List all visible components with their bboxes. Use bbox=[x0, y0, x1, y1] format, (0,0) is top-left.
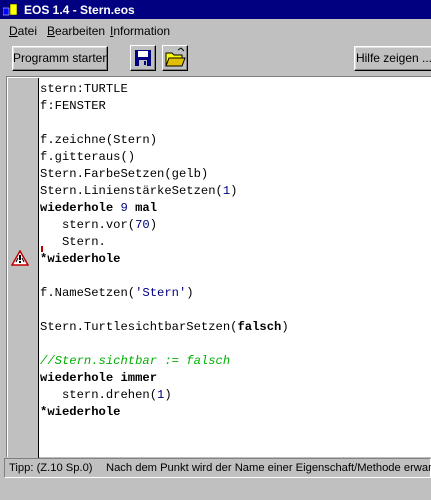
code-line[interactable]: //Stern.sichtbar := falsch bbox=[40, 353, 230, 370]
code-token: stern.vor( bbox=[40, 218, 136, 232]
code-token: Stern.FarbeSetzen(gelb) bbox=[40, 167, 209, 181]
code-line[interactable]: Stern. bbox=[40, 234, 106, 251]
code-area[interactable]: stern:TURTLE f:FENSTER f.zeichne(Stern) f.g… bbox=[40, 81, 431, 457]
title-bar[interactable]: EOS 1.4 - Stern.eos bbox=[0, 0, 431, 19]
code-line[interactable]: Stern.TurtlesichtbarSetzen(falsch) bbox=[40, 319, 289, 336]
code-line[interactable]: f:FENSTER bbox=[40, 98, 106, 115]
code-line[interactable]: wiederhole immer bbox=[40, 370, 157, 387]
editor-gutter bbox=[8, 78, 39, 458]
code-editor[interactable]: stern:TURTLE f:FENSTER f.zeichne(Stern) f.g… bbox=[6, 76, 431, 458]
status-message: Nach dem Punkt wird der Name einer Eigen… bbox=[106, 462, 431, 474]
menu-datei[interactable]: Datei bbox=[9, 24, 37, 38]
code-token: //Stern.sichtbar := falsch bbox=[40, 354, 231, 368]
run-program-button[interactable]: Programm starten bbox=[12, 46, 108, 71]
code-token: *wiederhole bbox=[40, 405, 121, 419]
code-token: ) bbox=[281, 320, 289, 334]
code-token: 9 bbox=[120, 201, 128, 215]
code-token: wiederhole immer bbox=[40, 371, 158, 385]
open-folder-icon bbox=[165, 47, 186, 67]
code-line[interactable]: Stern.LinienstärkeSetzen(1) bbox=[40, 183, 238, 200]
menu-bearbeiten[interactable]: Bearbeiten bbox=[47, 24, 105, 38]
code-token: ) bbox=[186, 286, 194, 300]
code-token: *wiederhole bbox=[40, 252, 121, 266]
open-button[interactable] bbox=[162, 45, 188, 71]
code-token: 70 bbox=[135, 218, 150, 232]
toolbar: Programm starten Hilfe zeigen ... bbox=[0, 42, 431, 76]
code-line[interactable]: f.gitteraus() bbox=[40, 149, 135, 166]
code-line[interactable]: f.zeichne(Stern) bbox=[40, 132, 157, 149]
code-line[interactable]: wiederhole 9 mal bbox=[40, 200, 157, 217]
menu-bar: Datei Bearbeiten Information bbox=[0, 20, 431, 42]
code-token: wiederhole bbox=[40, 201, 121, 215]
code-line[interactable]: Stern.FarbeSetzen(gelb) bbox=[40, 166, 208, 183]
code-token: f.NameSetzen( bbox=[40, 286, 136, 300]
save-disk-icon bbox=[135, 50, 151, 66]
code-token: f.gitteraus() bbox=[40, 150, 136, 164]
code-token: ) bbox=[164, 388, 172, 402]
code-token: stern.drehen( bbox=[40, 388, 158, 402]
code-token: Stern.LinienstärkeSetzen( bbox=[40, 184, 223, 198]
show-help-button[interactable]: Hilfe zeigen ... bbox=[354, 46, 431, 71]
gutter-divider bbox=[38, 78, 39, 458]
code-line[interactable]: stern.vor(70) bbox=[40, 217, 157, 234]
warning-triangle-icon bbox=[11, 250, 29, 266]
code-token: stern:TURTLE bbox=[40, 82, 128, 96]
code-line[interactable]: *wiederhole bbox=[40, 251, 120, 268]
code-line[interactable]: *wiederhole bbox=[40, 404, 120, 421]
code-token: falsch bbox=[237, 320, 282, 334]
menu-information[interactable]: Information bbox=[110, 24, 170, 38]
code-token: f.zeichne(Stern) bbox=[40, 133, 158, 147]
code-token: mal bbox=[127, 201, 158, 215]
code-line[interactable]: f.NameSetzen('Stern') bbox=[40, 285, 194, 302]
code-token: f:FENSTER bbox=[40, 99, 106, 113]
code-line[interactable]: stern.drehen(1) bbox=[40, 387, 172, 404]
code-token: ) bbox=[149, 218, 158, 232]
status-bar: Tipp: (Z.10 Sp.0) Nach dem Punkt wird de… bbox=[4, 458, 431, 478]
code-token: ) bbox=[230, 184, 238, 198]
app-icon bbox=[3, 3, 18, 16]
code-token: Stern. bbox=[40, 235, 106, 249]
code-token: Stern.TurtlesichtbarSetzen( bbox=[40, 320, 238, 334]
window-title: EOS 1.4 - Stern.eos bbox=[24, 3, 135, 17]
save-button[interactable] bbox=[130, 45, 156, 71]
code-line[interactable]: stern:TURTLE bbox=[40, 81, 128, 98]
code-token: 'Stern' bbox=[135, 286, 187, 300]
status-tip: Tipp: (Z.10 Sp.0) bbox=[9, 462, 93, 474]
